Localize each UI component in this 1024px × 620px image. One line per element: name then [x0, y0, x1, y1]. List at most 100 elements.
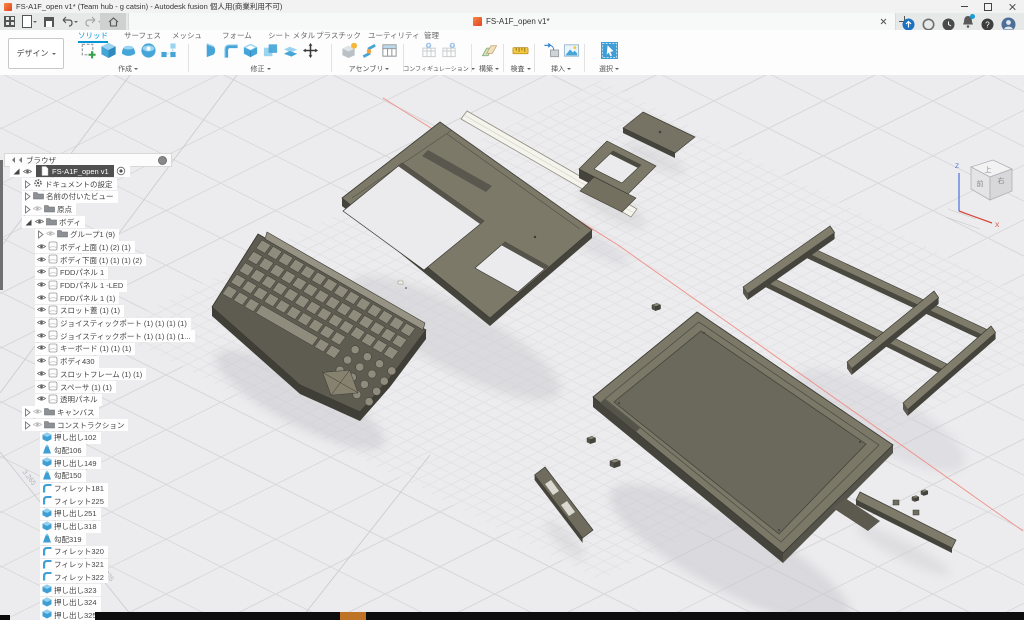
browser-row[interactable]: ボディ: [4, 216, 195, 229]
browser-row[interactable]: FDDパネル 1 (1): [4, 292, 195, 305]
ribbon-tab-6[interactable]: ユーティリティ: [368, 30, 420, 41]
file-menu-button[interactable]: [22, 15, 37, 28]
eye-icon[interactable]: [37, 343, 46, 354]
eye-icon[interactable]: [37, 280, 46, 291]
revolve-icon[interactable]: [120, 42, 137, 59]
browser-scrollbar[interactable]: [0, 160, 3, 290]
construction-plane-icon[interactable]: [481, 42, 498, 59]
home-tab[interactable]: [100, 13, 126, 30]
insert-dropdown[interactable]: 挿入: [551, 64, 571, 74]
browser-row[interactable]: ボディ上面 (1) (2) (1): [4, 241, 195, 254]
ribbon-tab-7[interactable]: 管理: [424, 30, 439, 41]
insert-image-icon[interactable]: [563, 42, 580, 59]
move-icon[interactable]: [302, 42, 319, 59]
ribbon-tab-4[interactable]: シート メタル: [268, 30, 315, 41]
browser-row[interactable]: 押し出し318: [4, 520, 195, 533]
browser-row[interactable]: 押し出し323: [4, 584, 195, 597]
modify-dropdown[interactable]: 修正: [251, 64, 271, 74]
minimize-button[interactable]: [952, 0, 976, 13]
browser-row[interactable]: グループ1 (9): [4, 228, 195, 241]
browser-row[interactable]: フィレット320: [4, 546, 195, 559]
configure-icon[interactable]: [421, 42, 438, 59]
3d-viewport[interactable]: 3.2653.325: [0, 75, 1024, 620]
clock-icon[interactable]: [942, 18, 955, 31]
eye-icon[interactable]: [37, 267, 46, 278]
browser-row[interactable]: スロット蓋 (1) (1): [4, 305, 195, 318]
eye-icon[interactable]: [37, 382, 46, 393]
job-status-icon[interactable]: [902, 18, 915, 31]
help-icon[interactable]: ?: [981, 18, 994, 31]
browser-row[interactable]: ボディ430: [4, 355, 195, 368]
browser-row[interactable]: 勾配106: [4, 444, 195, 457]
select-dropdown[interactable]: 選択: [599, 64, 619, 74]
create-sketch-icon[interactable]: [80, 42, 97, 59]
tab-close-icon[interactable]: [880, 18, 887, 25]
root-component-chip[interactable]: FS-A1F_open v1: [36, 165, 114, 177]
eye-icon[interactable]: [37, 394, 46, 405]
browser-row[interactable]: フィレット322: [4, 571, 195, 584]
workspace-selector[interactable]: デザイン: [8, 38, 64, 69]
eye-icon[interactable]: [37, 242, 46, 253]
eye-icon[interactable]: [37, 331, 46, 342]
offset-face-icon[interactable]: [282, 42, 299, 59]
ribbon-tab-3[interactable]: フォーム: [222, 30, 252, 41]
view-cube[interactable]: 上 前 右 Z X: [946, 153, 1024, 229]
measure-icon[interactable]: [512, 42, 529, 59]
browser-row[interactable]: フィレット181: [4, 482, 195, 495]
construct-dropdown[interactable]: 構築: [479, 64, 499, 74]
position-table-icon[interactable]: [381, 42, 398, 59]
browser-row[interactable]: 押し出し102: [4, 431, 195, 444]
eye-icon[interactable]: [46, 229, 55, 240]
close-button[interactable]: [1000, 0, 1024, 13]
small-chip-part[interactable]: [398, 281, 403, 284]
save-icon[interactable]: [44, 17, 54, 27]
browser-gear-icon[interactable]: [158, 156, 167, 165]
browser-row[interactable]: FDDパネル 1 -LED: [4, 279, 195, 292]
eye-icon[interactable]: [37, 255, 46, 266]
eye-icon[interactable]: [37, 293, 46, 304]
pattern-icon[interactable]: [160, 42, 177, 59]
browser-row[interactable]: 名前の付いたビュー: [4, 190, 195, 203]
ribbon-tab-2[interactable]: メッシュ: [172, 30, 202, 41]
sync-status-icon[interactable]: [922, 18, 935, 31]
browser-row[interactable]: FDDパネル 1: [4, 267, 195, 280]
combine-icon[interactable]: [262, 42, 279, 59]
eye-icon[interactable]: [37, 318, 46, 329]
select-icon[interactable]: [601, 42, 618, 59]
assemble-dropdown[interactable]: アセンブリ: [349, 64, 390, 74]
configure-dropdown[interactable]: コンフィギュレーション: [403, 64, 474, 73]
browser-row[interactable]: 押し出し251: [4, 508, 195, 521]
eye-icon[interactable]: [37, 369, 46, 380]
browser-row[interactable]: スロットフレーム (1) (1): [4, 368, 195, 381]
browser-row[interactable]: キーボード (1) (1) (1): [4, 343, 195, 356]
inspect-dropdown[interactable]: 検査: [511, 64, 531, 74]
configuration-table-icon[interactable]: [441, 42, 458, 59]
undo-button[interactable]: [61, 16, 78, 27]
browser-row[interactable]: キャンバス: [4, 406, 195, 419]
eye-icon[interactable]: [33, 420, 42, 431]
browser-row[interactable]: フィレット321: [4, 558, 195, 571]
press-pull-icon[interactable]: [202, 42, 219, 59]
browser-root-row[interactable]: FS-A1F_open v1: [4, 165, 195, 178]
fillet-icon[interactable]: [222, 42, 239, 59]
ribbon-tab-5[interactable]: プラスチック: [316, 30, 361, 41]
browser-row[interactable]: ドキュメントの設定: [4, 178, 195, 191]
document-tab[interactable]: FS-A1F_open v1*: [128, 13, 896, 30]
browser-row[interactable]: 勾配150: [4, 470, 195, 483]
browser-row[interactable]: フィレット225: [4, 495, 195, 508]
eye-icon[interactable]: [35, 217, 44, 228]
eye-icon[interactable]: [37, 356, 46, 367]
shell-icon[interactable]: [242, 42, 259, 59]
browser-row[interactable]: 勾配319: [4, 533, 195, 546]
browser-row[interactable]: 原点: [4, 203, 195, 216]
browser-row[interactable]: 押し出し324: [4, 596, 195, 609]
browser-row[interactable]: 透明パネル: [4, 393, 195, 406]
browser-row[interactable]: ボディ下面 (1) (1) (1) (2): [4, 254, 195, 267]
data-panel-icon[interactable]: [4, 16, 15, 27]
maximize-button[interactable]: [976, 0, 1000, 13]
hole-icon[interactable]: [140, 42, 157, 59]
collapse-panel-icon[interactable]: [9, 157, 22, 163]
browser-row[interactable]: コンストラクション: [4, 419, 195, 432]
create-dropdown[interactable]: 作成: [118, 64, 138, 74]
browser-row[interactable]: ジョイスティックポート (1) (1) (1) (1...: [4, 330, 195, 343]
